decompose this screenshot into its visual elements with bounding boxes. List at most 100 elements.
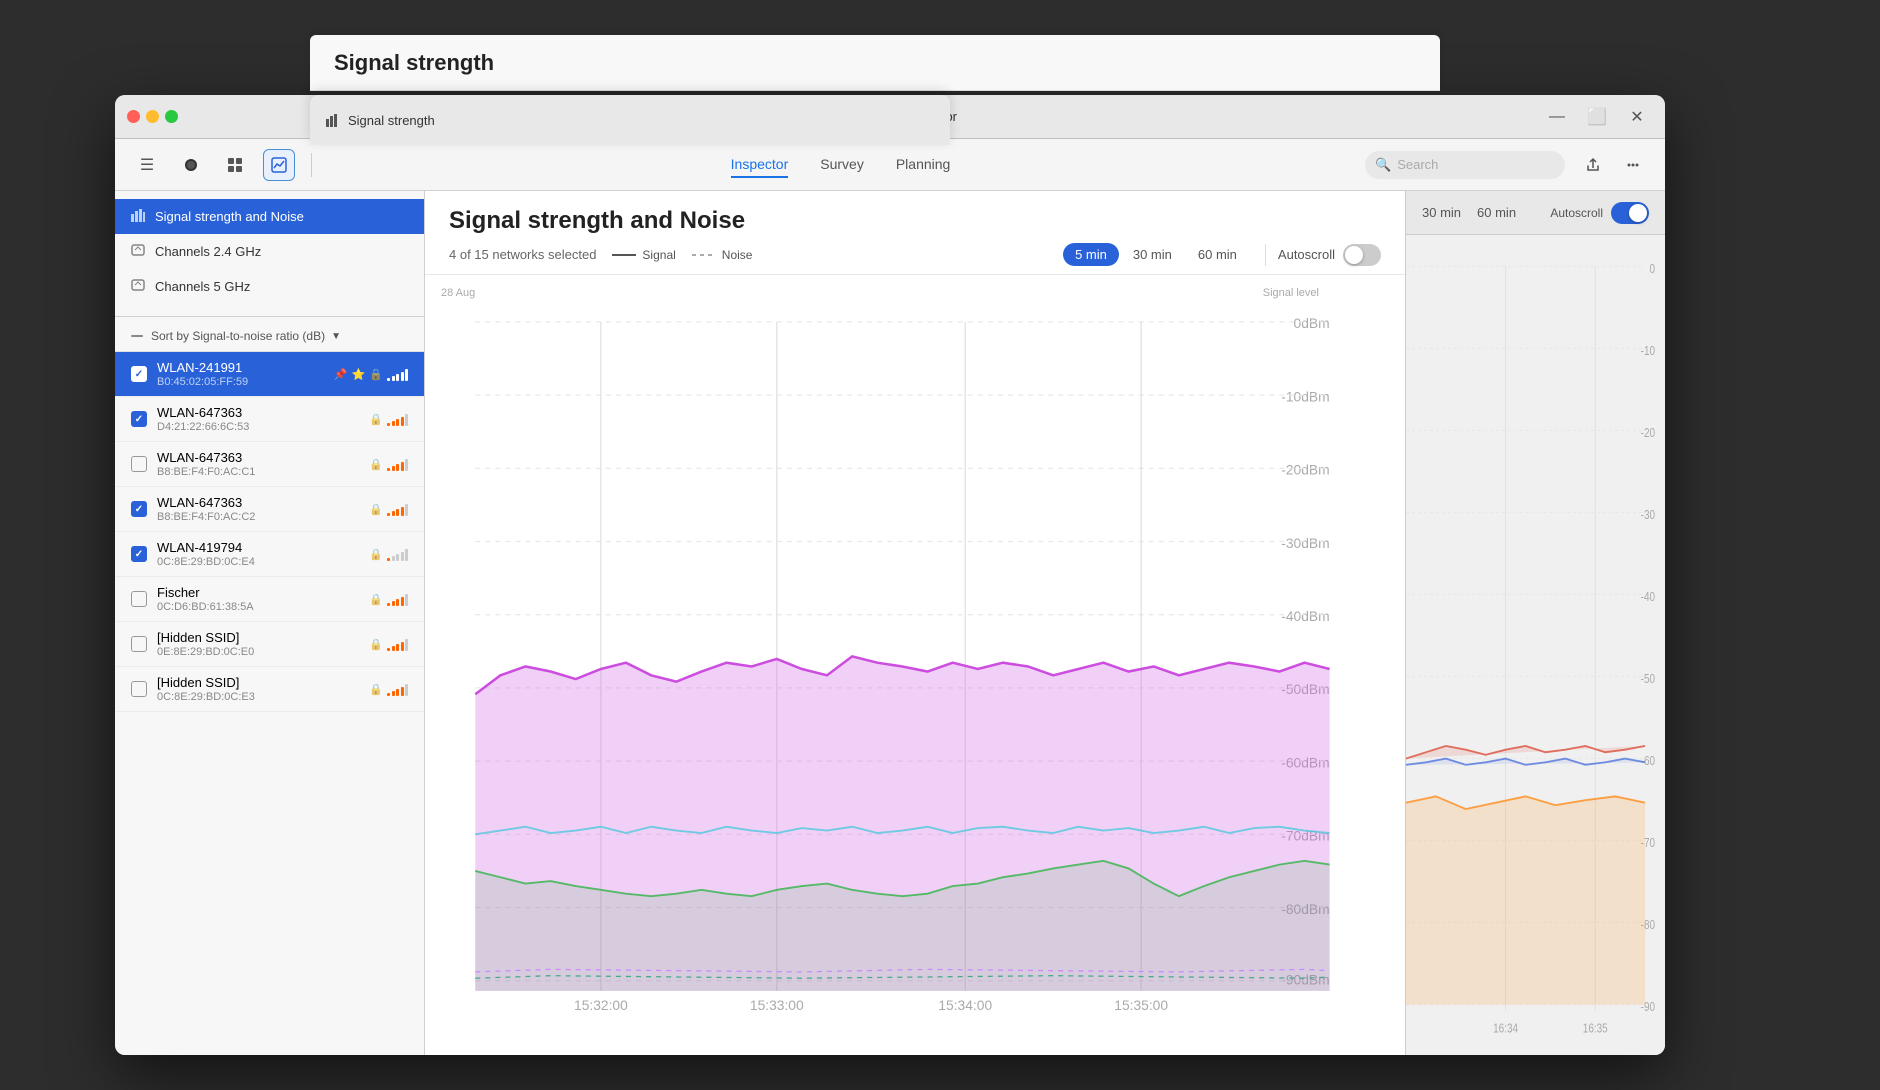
autoscroll-toggle[interactable] xyxy=(1343,244,1381,266)
svg-text:15:35:00: 15:35:00 xyxy=(1114,997,1168,1013)
lock-icon-wlan647363b: 🔒 xyxy=(369,458,383,471)
svg-text:-40dBm: -40dBm xyxy=(1281,608,1329,624)
legend-noise: Noise xyxy=(692,248,753,262)
network-item-hidden-a[interactable]: [Hidden SSID] 0E:8E:29:BD:0C:E0 🔒 xyxy=(115,622,424,667)
lock-icon-hidden-b: 🔒 xyxy=(369,683,383,696)
right-chart-svg: 0 -10 -20 -30 -40 -50 -60 -70 -80 -90 xyxy=(1406,235,1665,1055)
network-checkbox-wlan647363a[interactable]: ✓ xyxy=(131,411,147,427)
minimize-button[interactable] xyxy=(146,110,159,123)
network-name-wlan647363c: WLAN-647363 xyxy=(157,495,369,510)
svg-text:-20: -20 xyxy=(1641,427,1655,440)
network-checkbox-wlan647363b[interactable] xyxy=(131,456,147,472)
network-item-wlan419794[interactable]: ✓ WLAN-419794 0C:8E:29:BD:0C:E4 🔒 xyxy=(115,532,424,577)
minimize-win-button[interactable]: — xyxy=(1541,101,1573,133)
secondary-window-icon xyxy=(326,113,340,127)
sidebar: Signal strength and Noise Channels 2.4 G… xyxy=(115,191,425,1055)
more-button[interactable] xyxy=(1617,149,1649,181)
toolbar-separator xyxy=(311,153,312,177)
network-icons-wlan241991: 📌 ⭐ 🔒 xyxy=(334,367,408,381)
main-window: S NetSpot - Inspector — ⬜ ✕ ☰ xyxy=(115,95,1665,1055)
right-toggle-knob xyxy=(1629,204,1647,222)
tab-survey[interactable]: Survey xyxy=(820,152,864,178)
network-item-wlan241991[interactable]: ✓ WLAN-241991 B0:45:02:05:FF:59 📌 ⭐ 🔒 xyxy=(115,352,424,397)
lock-icon-fischer: 🔒 xyxy=(369,593,383,606)
network-info-fischer: Fischer 0C:D6:BD:61:38:5A xyxy=(157,585,369,613)
time-btn-5min[interactable]: 5 min xyxy=(1063,243,1119,266)
network-checkbox-fischer[interactable] xyxy=(131,591,147,607)
network-icons-wlan647363c: 🔒 xyxy=(369,502,408,516)
channels-5-icon xyxy=(131,278,145,295)
table-view-button[interactable] xyxy=(219,149,251,181)
network-name-wlan419794: WLAN-419794 xyxy=(157,540,369,555)
graph-view-button[interactable] xyxy=(263,149,295,181)
right-autoscroll-toggle[interactable] xyxy=(1611,202,1649,224)
network-mac-wlan647363a: D4:21:22:66:6C:53 xyxy=(157,421,369,433)
network-name-hidden-b: [Hidden SSID] xyxy=(157,675,369,690)
content-controls: 4 of 15 networks selected Signal Noise xyxy=(449,243,1381,266)
sidebar-item-channels-24[interactable]: Channels 2.4 GHz xyxy=(115,234,424,269)
secondary-window-tab: Signal strength xyxy=(310,95,950,145)
network-icons-wlan647363b: 🔒 xyxy=(369,457,408,471)
share-button[interactable] xyxy=(1577,149,1609,181)
desktop: S NetSpot - Inspector — ⬜ ✕ ☰ xyxy=(0,0,1880,1090)
search-bar[interactable]: 🔍 Search xyxy=(1365,151,1565,179)
sort-label: Sort by Signal-to-noise ratio (dB) xyxy=(151,329,325,343)
svg-text:-10dBm: -10dBm xyxy=(1281,388,1329,404)
sidebar-item-label-signal: Signal strength and Noise xyxy=(155,209,408,224)
resize-win-button[interactable]: ⬜ xyxy=(1581,101,1613,133)
network-checkbox-hidden-b[interactable] xyxy=(131,681,147,697)
pin-icon: 📌 xyxy=(334,368,348,381)
content-title: Signal strength and Noise xyxy=(449,207,1381,235)
network-mac-fischer: 0C:D6:BD:61:38:5A xyxy=(157,601,369,613)
search-icon: 🔍 xyxy=(1375,157,1391,173)
network-name-fischer: Fischer xyxy=(157,585,369,600)
network-info-hidden-b: [Hidden SSID] 0C:8E:29:BD:0C:E3 xyxy=(157,675,369,703)
lock-icon-hidden-a: 🔒 xyxy=(369,638,383,651)
traffic-lights xyxy=(127,110,178,123)
network-checkbox-hidden-a[interactable] xyxy=(131,636,147,652)
nav-tabs: Inspector Survey Planning xyxy=(328,152,1353,178)
signal-bars-wlan647363b xyxy=(387,457,408,471)
svg-text:0: 0 xyxy=(1649,263,1655,276)
network-mac-wlan419794: 0C:8E:29:BD:0C:E4 xyxy=(157,556,369,568)
network-checkbox-wlan241991[interactable]: ✓ xyxy=(131,366,147,382)
close-button[interactable] xyxy=(127,110,140,123)
signal-bars-wlan647363c xyxy=(387,502,408,516)
menu-button[interactable]: ☰ xyxy=(131,149,163,181)
sort-bar[interactable]: Sort by Signal-to-noise ratio (dB) ▼ xyxy=(115,321,424,352)
right-line-blue xyxy=(1406,759,1645,765)
sidebar-item-channels-5[interactable]: Channels 5 GHz xyxy=(115,269,424,304)
right-time-btn-60min[interactable]: 60 min xyxy=(1477,205,1516,220)
svg-text:0dBm: 0dBm xyxy=(1294,315,1330,331)
network-info-wlan419794: WLAN-419794 0C:8E:29:BD:0C:E4 xyxy=(157,540,369,568)
time-btn-30min[interactable]: 30 min xyxy=(1121,243,1184,266)
maximize-button[interactable] xyxy=(165,110,178,123)
signal-bars-fischer xyxy=(387,592,408,606)
network-checkbox-wlan419794[interactable]: ✓ xyxy=(131,546,147,562)
content-area: Signal strength and Noise 4 of 15 networ… xyxy=(425,191,1405,1055)
network-item-fischer[interactable]: Fischer 0C:D6:BD:61:38:5A 🔒 xyxy=(115,577,424,622)
sidebar-divider xyxy=(115,316,424,317)
tab-planning[interactable]: Planning xyxy=(896,152,951,178)
networks-count: 4 of 15 networks selected xyxy=(449,247,596,262)
signal-bars-wlan647363a xyxy=(387,412,408,426)
time-btn-60min[interactable]: 60 min xyxy=(1186,243,1249,266)
network-icons-fischer: 🔒 xyxy=(369,592,408,606)
network-icons-wlan647363a: 🔒 xyxy=(369,412,408,426)
search-placeholder: Search xyxy=(1397,157,1438,172)
network-item-hidden-b[interactable]: [Hidden SSID] 0C:8E:29:BD:0C:E3 🔒 xyxy=(115,667,424,712)
network-name-hidden-a: [Hidden SSID] xyxy=(157,630,369,645)
right-time-btn-30min[interactable]: 30 min xyxy=(1422,205,1461,220)
network-item-wlan647363c[interactable]: ✓ WLAN-647363 B8:BE:F4:F0:AC:C2 🔒 xyxy=(115,487,424,532)
content-header: Signal strength and Noise 4 of 15 networ… xyxy=(425,191,1405,275)
sidebar-item-signal-noise[interactable]: Signal strength and Noise xyxy=(115,199,424,234)
network-info-wlan647363b: WLAN-647363 B8:BE:F4:F0:AC:C1 xyxy=(157,450,369,478)
network-icons-hidden-a: 🔒 xyxy=(369,637,408,651)
network-item-wlan647363a[interactable]: ✓ WLAN-647363 D4:21:22:66:6C:53 🔒 xyxy=(115,397,424,442)
network-item-wlan647363b[interactable]: WLAN-647363 B8:BE:F4:F0:AC:C1 🔒 xyxy=(115,442,424,487)
record-button[interactable] xyxy=(175,149,207,181)
close-win-button[interactable]: ✕ xyxy=(1621,101,1653,133)
network-checkbox-wlan647363c[interactable]: ✓ xyxy=(131,501,147,517)
svg-text:15:33:00: 15:33:00 xyxy=(750,997,804,1013)
tab-inspector[interactable]: Inspector xyxy=(731,152,789,178)
